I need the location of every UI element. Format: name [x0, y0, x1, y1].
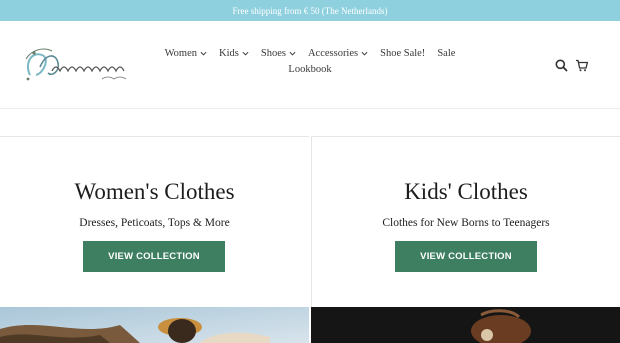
chevron-down-icon — [289, 51, 296, 56]
nav-item-label: Kids — [219, 48, 239, 59]
nav-row-secondary: Lookbook — [150, 64, 470, 75]
nav-row-primary: Women Kids Shoes Accessories Shoe Sale! Sale — [150, 48, 470, 59]
chevron-down-icon — [200, 51, 207, 56]
nav-item-label: Women — [164, 48, 198, 59]
site-header: Women Kids Shoes Accessories Shoe Sale! Sale … — [0, 21, 620, 109]
nav-item-lookbook[interactable]: Lookbook — [288, 64, 331, 75]
view-collection-button[interactable]: VIEW COLLECTION — [83, 241, 225, 272]
main-navigation: Women Kids Shoes Accessories Shoe Sale! Sale … — [150, 48, 470, 75]
search-icon[interactable] — [555, 59, 568, 72]
collection-subtitle: Clothes for New Borns to Teenagers — [382, 217, 550, 229]
nav-item-label: Accessories — [307, 48, 359, 59]
chevron-down-icon — [361, 51, 368, 56]
nav-item-shoe-sale[interactable]: Shoe Sale! — [380, 48, 425, 59]
nav-item-accessories[interactable]: Accessories — [308, 48, 368, 59]
nav-item-sale[interactable]: Sale — [437, 48, 455, 59]
collection-card-women: Women's Clothes Dresses, Peticoats, Tops… — [0, 136, 309, 307]
view-collection-button[interactable]: VIEW COLLECTION — [395, 241, 537, 272]
logo-mark — [25, 48, 127, 81]
collection-subtitle: Dresses, Peticoats, Tops & More — [79, 217, 230, 229]
nav-item-women[interactable]: Women — [165, 48, 207, 59]
cart-icon[interactable] — [575, 59, 589, 72]
nav-item-label: Shoes — [260, 48, 286, 59]
chevron-down-icon — [242, 51, 249, 56]
collection-title: Kids' Clothes — [404, 179, 528, 204]
nav-item-label: Lookbook — [288, 64, 332, 75]
nav-item-label: Shoe Sale! — [380, 48, 426, 59]
collection-image-women[interactable] — [0, 307, 309, 343]
collection-card-kids: Kids' Clothes Clothes for New Borns to T… — [311, 136, 620, 307]
store-logo[interactable] — [22, 45, 147, 87]
collection-image-kids[interactable] — [311, 307, 620, 343]
collection-title: Women's Clothes — [74, 179, 235, 204]
nav-item-shoes[interactable]: Shoes — [261, 48, 296, 59]
nav-item-label: Sale — [437, 48, 456, 59]
announcement-bar: Free shipping from € 50 (The Netherlands… — [0, 0, 620, 21]
nav-item-kids[interactable]: Kids — [219, 48, 249, 59]
announcement-text: Free shipping from € 50 (The Netherlands… — [232, 5, 388, 16]
